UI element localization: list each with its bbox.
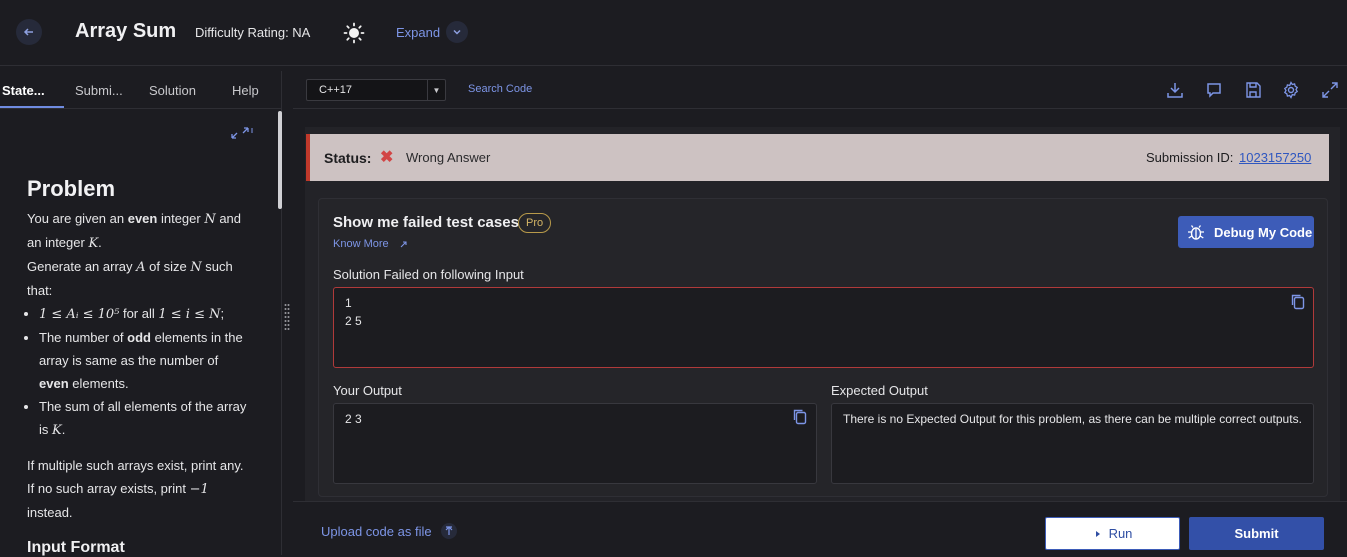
upload-code-link[interactable]: Upload code as file — [321, 524, 432, 539]
tab-statement[interactable]: State... — [2, 83, 45, 98]
difficulty-rating: Difficulty Rating: NA — [195, 25, 311, 40]
comment-icon[interactable] — [1205, 81, 1223, 99]
active-tab-indicator — [0, 106, 64, 108]
back-button[interactable] — [16, 19, 42, 45]
tab-submissions[interactable]: Submi... — [75, 83, 123, 98]
save-icon[interactable] — [1244, 81, 1262, 99]
copy-icon[interactable] — [1290, 293, 1306, 311]
know-more-link[interactable]: Know More — [333, 238, 410, 250]
language-value: C++17 — [319, 84, 353, 96]
status-bar: Status: ✖ Wrong Answer Submission ID: 10… — [306, 134, 1329, 181]
your-output-label: Your Output — [333, 383, 402, 398]
settings-icon[interactable] — [1282, 81, 1300, 99]
sun-icon[interactable] — [343, 22, 365, 44]
editor-pane: C++17 ▼ Search Code Status: ✖ Wrong Answ… — [293, 71, 1347, 555]
paragraph-2: Generate an array A of size N such that: — [27, 259, 233, 298]
upload-button[interactable] — [441, 523, 457, 539]
problem-statement: Problem You are given an even integer N … — [27, 175, 247, 524]
debug-my-code-button[interactable]: Debug My Code — [1178, 216, 1314, 248]
pro-badge: Pro — [518, 213, 552, 233]
expected-output-box: There is no Expected Output for this pro… — [831, 403, 1314, 484]
failed-input-box: 1 2 5 — [333, 287, 1314, 368]
submission-id-link[interactable]: 1023157250 — [1239, 150, 1311, 165]
fullscreen-icon[interactable] — [1321, 81, 1339, 99]
list-item: The sum of all elements of the array is … — [39, 395, 247, 442]
wrong-answer-icon: ✖ — [380, 149, 394, 166]
status-text: Wrong Answer — [406, 150, 491, 165]
page-title: Array Sum — [75, 20, 177, 42]
language-select[interactable]: C++17 ▼ — [306, 79, 446, 101]
arrow-left-icon — [23, 28, 33, 36]
upload-icon — [445, 526, 453, 535]
problem-pane: State... Submi... Solution Help Problem … — [0, 71, 282, 556]
play-icon — [1095, 530, 1100, 537]
failed-test-card: Show me failed test cases Pro Know More … — [318, 198, 1328, 497]
status-label: Status: — [324, 150, 372, 166]
your-output-box: 2 3 — [333, 403, 817, 484]
search-code-link[interactable]: Search Code — [468, 83, 532, 95]
chevron-down-icon — [453, 29, 461, 35]
collapse-icon[interactable] — [230, 125, 254, 141]
bottom-bar: Upload code as file Run Submit — [293, 501, 1347, 555]
submission-id-label: Submission ID: — [1146, 150, 1234, 165]
expand-toggle[interactable] — [446, 21, 468, 43]
run-button[interactable]: Run — [1045, 517, 1180, 550]
submit-button[interactable]: Submit — [1189, 517, 1324, 550]
input-format-heading: Input Format — [27, 539, 125, 556]
expand-link[interactable]: Expand — [396, 25, 440, 40]
scrollbar[interactable] — [278, 111, 282, 209]
download-icon[interactable] — [1166, 81, 1184, 99]
copy-icon[interactable] — [792, 408, 808, 426]
list-item: 1 ≤ Aᵢ ≤ 10⁵ for all 1 ≤ i ≤ N; — [39, 302, 247, 326]
know-more-label: Know More — [333, 238, 389, 250]
constraints-list: 1 ≤ Aᵢ ≤ 10⁵ for all 1 ≤ i ≤ N; The numb… — [27, 302, 247, 442]
header-bar: Array Sum Difficulty Rating: NA Expand — [0, 0, 1347, 66]
paragraph-1: You are given an even integer N and an i… — [27, 211, 242, 251]
left-tabs: State... Submi... Solution Help — [0, 71, 282, 109]
external-link-icon — [400, 241, 407, 248]
failed-input-label: Solution Failed on following Input — [333, 267, 524, 282]
paragraph-3: If multiple such arrays exist, print any… — [27, 458, 244, 520]
expected-output-label: Expected Output — [831, 383, 928, 398]
run-label: Run — [1108, 526, 1133, 541]
debug-button-label: Debug My Code — [1214, 224, 1313, 240]
problem-heading: Problem — [27, 176, 116, 201]
editor-toolbar: C++17 ▼ Search Code — [293, 71, 1347, 109]
bug-icon — [1188, 225, 1204, 240]
tab-help[interactable]: Help — [232, 83, 259, 98]
tab-solution[interactable]: Solution — [149, 83, 196, 98]
list-item: The number of odd elements in the array … — [39, 326, 247, 395]
failed-test-title: Show me failed test cases — [333, 214, 519, 231]
resize-handle[interactable] — [284, 303, 290, 331]
caret-down-icon: ▼ — [427, 80, 445, 100]
